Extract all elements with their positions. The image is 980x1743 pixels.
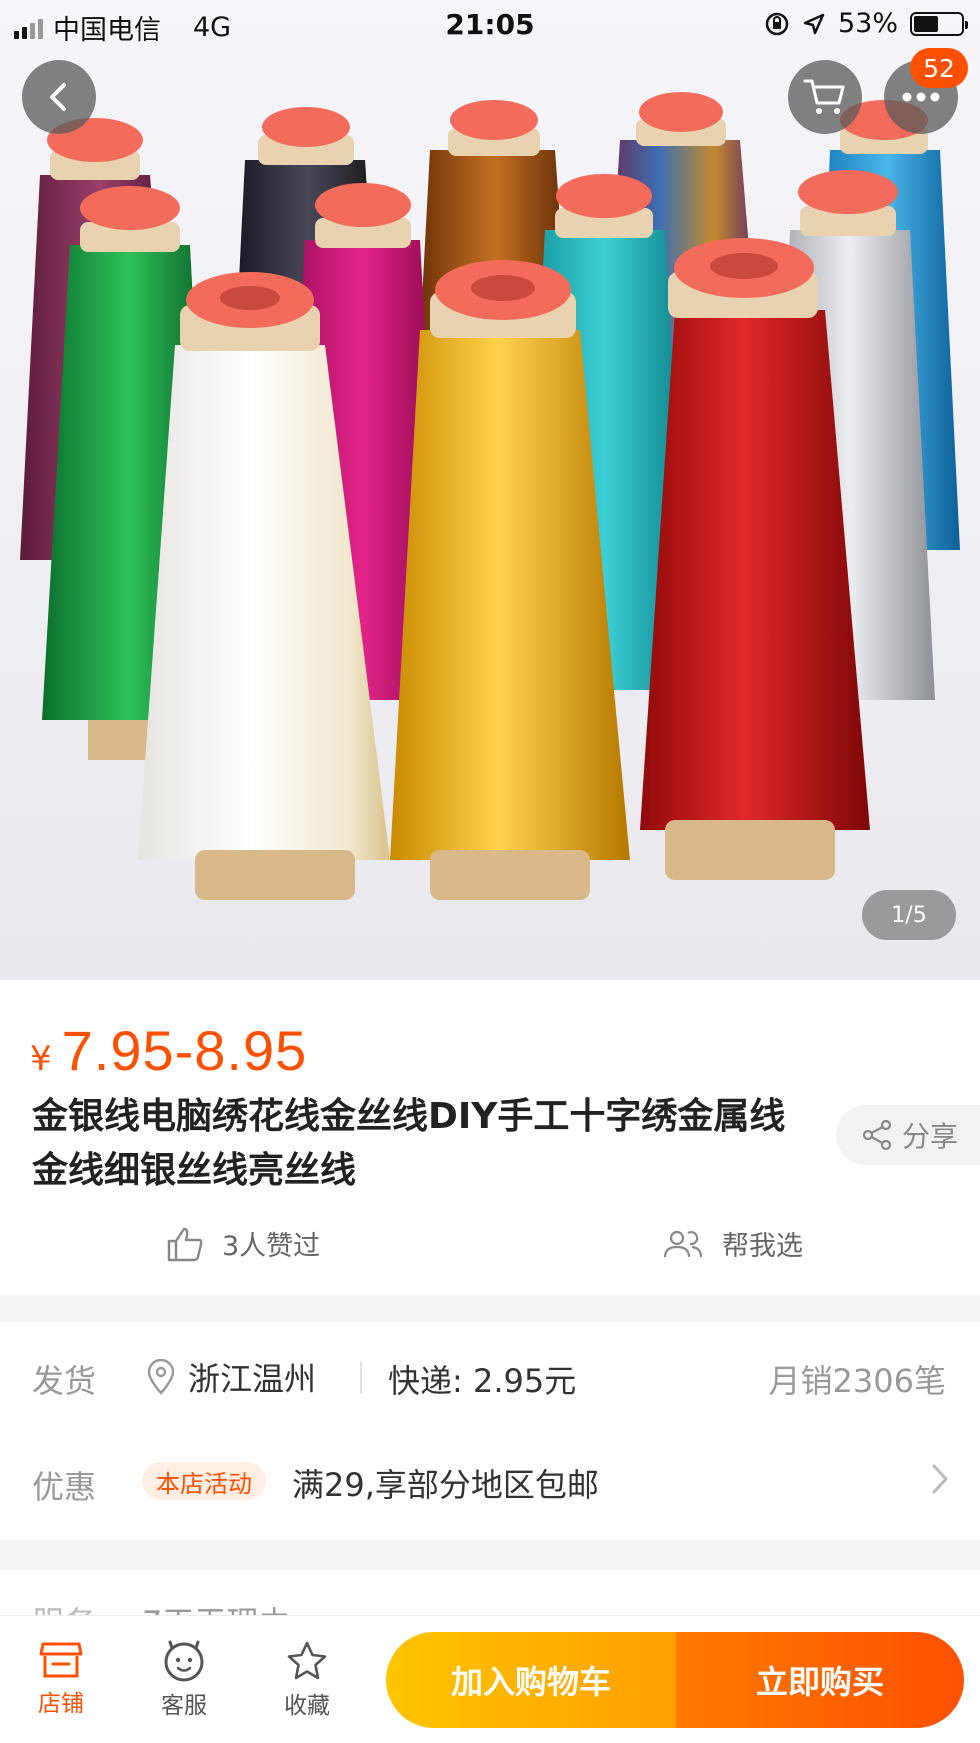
thread-spools-illustration [20, 92, 960, 900]
shipping-label: 发货 [32, 1362, 97, 1400]
more-dots-icon [902, 92, 940, 102]
product-image[interactable] [0, 0, 980, 980]
location-text: 浙江温州 [188, 1360, 317, 1398]
tab-favorite-label: 收藏 [284, 1693, 330, 1719]
status-bar: 中国电信 4G 21:05 53% [0, 0, 980, 50]
buy-now-button[interactable]: 立即购买 [676, 1632, 964, 1728]
share-icon [862, 1119, 892, 1151]
customer-service-icon [164, 1640, 204, 1682]
share-button[interactable]: 分享 [836, 1105, 980, 1165]
gallery-pager: 1/5 [862, 890, 956, 940]
price: ¥ 7.95-8.95 [30, 1018, 307, 1083]
tab-shop[interactable]: 店铺 [16, 1640, 106, 1718]
back-button[interactable] [22, 60, 96, 134]
product-title: 金银线电脑绣花线金丝线DIY手工十字绣金属线金线细银丝线亮丝线 [32, 1096, 786, 1191]
battery-fill [914, 15, 939, 32]
currency-symbol: ¥ [30, 1039, 52, 1079]
tab-shop-label: 店铺 [38, 1691, 84, 1717]
store-activity-tag: 本店活动 [142, 1462, 266, 1500]
add-to-cart-button[interactable]: 加入购物车 [386, 1632, 676, 1728]
divider [360, 1362, 362, 1394]
help-me-choose-button[interactable]: 帮我选 [662, 1224, 803, 1263]
rotation-lock-icon [765, 12, 789, 35]
tab-customer-service[interactable]: 客服 [139, 1640, 229, 1720]
promo-label: 优惠 [32, 1468, 97, 1506]
help-me-choose-label: 帮我选 [722, 1231, 803, 1262]
chevron-right-icon[interactable] [930, 1462, 950, 1496]
express-fee: 快递: 2.95元 [388, 1362, 577, 1400]
message-count-badge: 52 [910, 48, 968, 88]
cart-button[interactable] [788, 60, 862, 134]
location-pin-icon [147, 1359, 175, 1395]
battery-icon [910, 11, 968, 36]
price-value: 7.95-8.95 [61, 1019, 308, 1082]
battery-percent: 53% [837, 8, 898, 39]
promo-text[interactable]: 满29,享部分地区包邮 [292, 1460, 599, 1506]
star-icon [287, 1641, 327, 1680]
store-icon [39, 1642, 83, 1678]
likes-label: 3人赞过 [222, 1231, 321, 1262]
likes-button[interactable]: 3人赞过 [166, 1224, 320, 1263]
monthly-sales: 月销2306笔 [768, 1362, 946, 1400]
share-label: 分享 [902, 1120, 959, 1153]
people-icon [663, 1230, 703, 1257]
tab-service-label: 客服 [161, 1693, 207, 1719]
cart-icon [803, 79, 845, 114]
location-arrow-icon [803, 13, 825, 34]
ship-from-location: 浙江温州 [146, 1354, 316, 1400]
thumbs-up-icon [167, 1227, 203, 1261]
chevron-left-icon [50, 83, 66, 111]
tab-favorite[interactable]: 收藏 [262, 1640, 352, 1720]
